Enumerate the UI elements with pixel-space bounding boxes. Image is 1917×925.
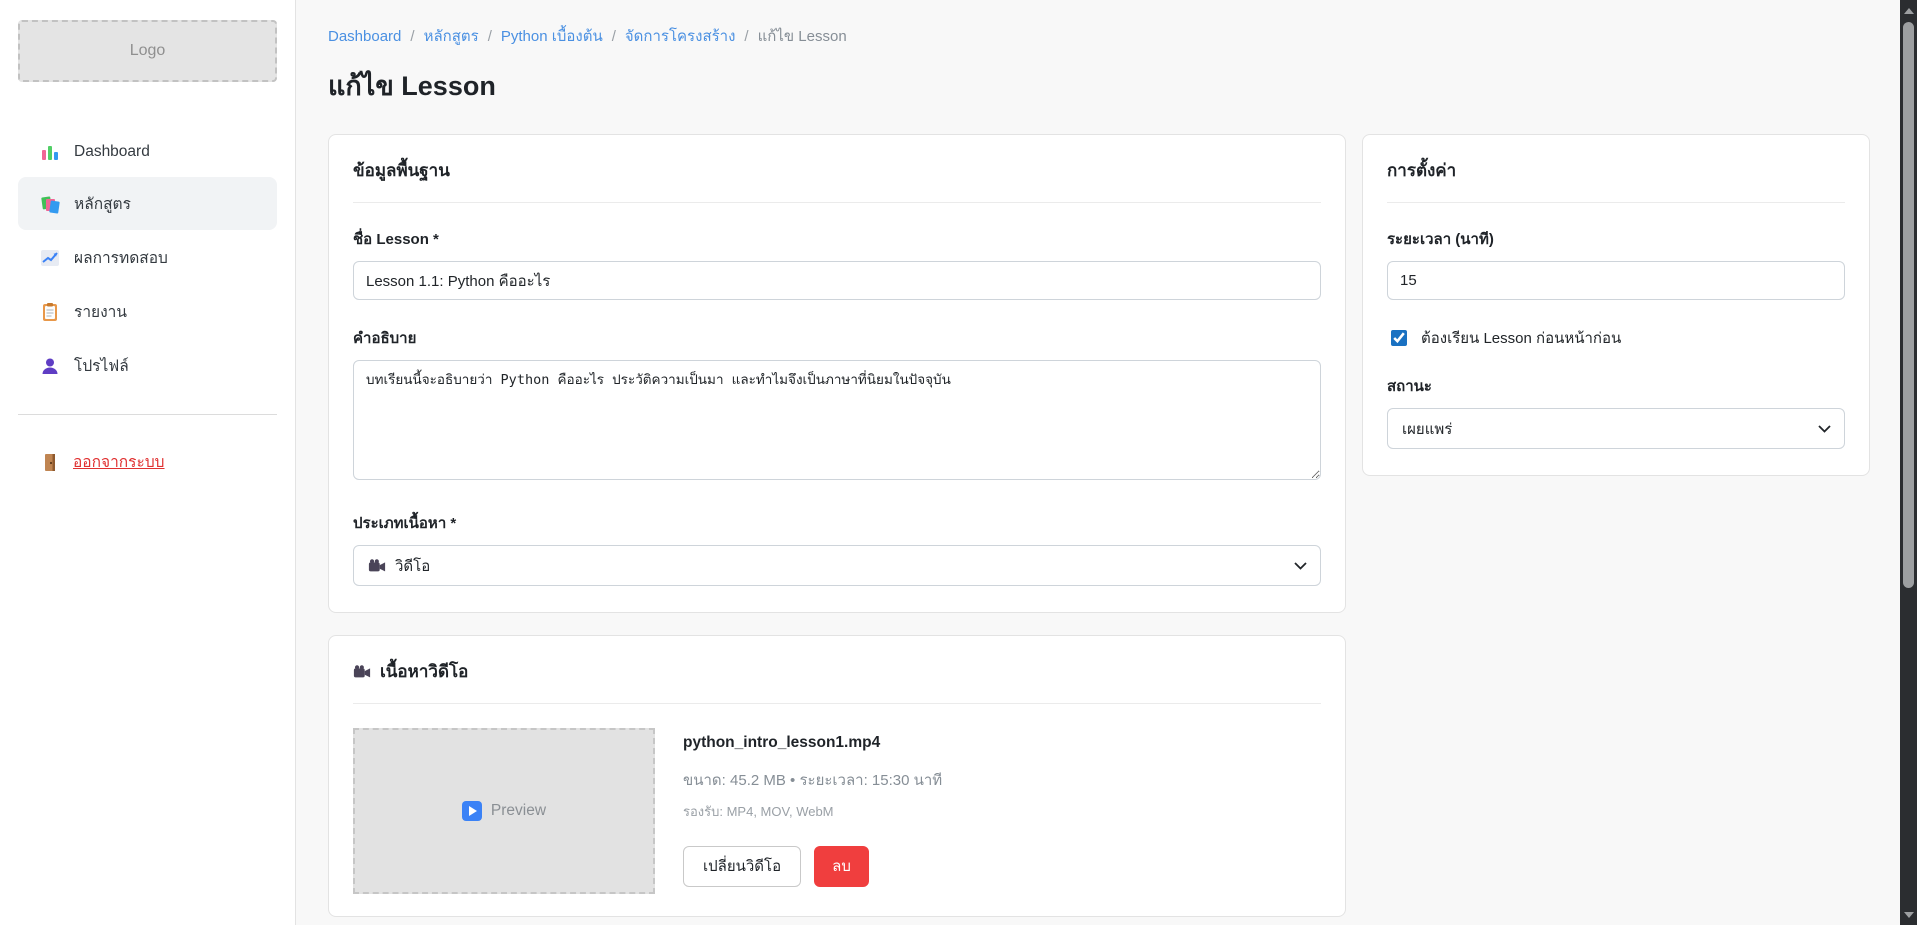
scroll-down-arrow-icon[interactable]: [1900, 906, 1917, 923]
sidebar-item-courses[interactable]: หลักสูตร: [18, 177, 277, 230]
sidebar-item-label: ผลการทดสอบ: [74, 245, 168, 270]
logout-label: ออกจากระบบ: [73, 449, 165, 474]
person-icon: [40, 356, 60, 376]
prerequisite-row: ต้องเรียน Lesson ก่อนหน้าก่อน: [1387, 326, 1845, 350]
prerequisite-checkbox[interactable]: [1391, 330, 1407, 346]
sidebar-item-label: โปรไฟล์: [74, 353, 129, 378]
breadcrumb-separator: /: [612, 28, 616, 45]
breadcrumb-link-courses[interactable]: หลักสูตร: [424, 24, 479, 48]
content-type-select[interactable]: วิดีโอ: [353, 545, 1321, 586]
description-field-group: คำอธิบาย บทเรียนนี้จะอธิบายว่า Python คื…: [353, 326, 1321, 485]
movie-camera-icon: [368, 558, 386, 574]
logout-button[interactable]: ออกจากระบบ: [18, 437, 277, 486]
door-icon: [40, 452, 60, 472]
play-icon: [462, 801, 482, 821]
video-buttons: เปลี่ยนวิดีโอ ลบ: [683, 846, 942, 887]
logo-text: Logo: [130, 42, 166, 60]
scroll-up-arrow-icon[interactable]: [1900, 2, 1917, 19]
status-field-group: สถานะ เผยแพร่: [1387, 374, 1845, 449]
preview-label: Preview: [491, 802, 546, 820]
video-filename: python_intro_lesson1.mp4: [683, 734, 942, 752]
breadcrumb: Dashboard / หลักสูตร / Python เบื้องต้น …: [328, 24, 1870, 48]
sidebar-nav: Dashboard หลักสูตร ผลการทดสอบ: [18, 128, 277, 392]
movie-camera-icon: [353, 664, 371, 680]
duration-label: ระยะเวลา (นาที): [1387, 227, 1845, 251]
sidebar-divider: [18, 414, 277, 415]
video-content-card: เนื้อหาวิดีโอ Preview python_intro_lesso…: [328, 635, 1346, 917]
prerequisite-label: ต้องเรียน Lesson ก่อนหน้าก่อน: [1421, 326, 1621, 350]
sidebar-item-label: หลักสูตร: [74, 191, 131, 216]
sidebar-item-profile[interactable]: โปรไฟล์: [18, 339, 277, 392]
bar-chart-icon: [40, 142, 60, 162]
content-type-field-group: ประเภทเนื้อหา * วิดีโอ: [353, 511, 1321, 586]
settings-card: การตั้งค่า ระยะเวลา (นาที) ต้องเรียน Les…: [1362, 134, 1870, 476]
sidebar-item-dashboard[interactable]: Dashboard: [18, 128, 277, 176]
vertical-scrollbar: [1900, 0, 1917, 925]
content-type-label: ประเภทเนื้อหา *: [353, 511, 1321, 535]
video-supported-formats: รองรับ: MP4, MOV, WebM: [683, 801, 942, 822]
breadcrumb-link-course[interactable]: Python เบื้องต้น: [501, 24, 603, 48]
logo-placeholder: Logo: [18, 20, 277, 82]
breadcrumb-separator: /: [744, 28, 748, 45]
status-select[interactable]: เผยแพร่: [1387, 408, 1845, 449]
video-body: Preview python_intro_lesson1.mp4 ขนาด: 4…: [353, 728, 1321, 894]
breadcrumb-separator: /: [488, 28, 492, 45]
sidebar-item-test-results[interactable]: ผลการทดสอบ: [18, 231, 277, 284]
basic-info-title: ข้อมูลพื้นฐาน: [353, 157, 1321, 203]
main-content: Dashboard / หลักสูตร / Python เบื้องต้น …: [296, 0, 1900, 925]
video-card-title-text: เนื้อหาวิดีโอ: [380, 658, 468, 685]
breadcrumb-link-structure[interactable]: จัดการโครงสร้าง: [625, 24, 736, 48]
breadcrumb-separator: /: [410, 28, 414, 45]
left-column: ข้อมูลพื้นฐาน ชื่อ Lesson * คำอธิบาย บทเ…: [328, 134, 1346, 917]
sidebar: Logo Dashboard หลักสูตร ผลก: [0, 0, 296, 925]
status-label: สถานะ: [1387, 374, 1845, 398]
content-columns: ข้อมูลพื้นฐาน ชื่อ Lesson * คำอธิบาย บทเ…: [328, 134, 1870, 917]
books-icon: [40, 194, 60, 214]
breadcrumb-current: แก้ไข Lesson: [758, 24, 847, 48]
video-card-title: เนื้อหาวิดีโอ: [353, 658, 1321, 704]
duration-field-group: ระยะเวลา (นาที): [1387, 227, 1845, 300]
description-textarea[interactable]: บทเรียนนี้จะอธิบายว่า Python คืออะไร ประ…: [353, 360, 1321, 480]
duration-input[interactable]: [1387, 261, 1845, 300]
clipboard-icon: [40, 302, 60, 322]
lesson-name-input[interactable]: [353, 261, 1321, 300]
video-details: python_intro_lesson1.mp4 ขนาด: 45.2 MB •…: [683, 728, 942, 894]
sidebar-item-label: รายงาน: [74, 299, 127, 324]
chart-increasing-icon: [40, 248, 60, 268]
delete-video-button[interactable]: ลบ: [814, 846, 869, 887]
status-value: เผยแพร่: [1402, 417, 1452, 441]
settings-title: การตั้งค่า: [1387, 157, 1845, 203]
sidebar-item-label: Dashboard: [74, 143, 150, 161]
description-label: คำอธิบาย: [353, 326, 1321, 350]
video-meta: ขนาด: 45.2 MB • ระยะเวลา: 15:30 นาที: [683, 768, 942, 792]
change-video-button[interactable]: เปลี่ยนวิดีโอ: [683, 846, 801, 887]
content-type-value: วิดีโอ: [395, 554, 430, 578]
page-title: แก้ไข Lesson: [328, 64, 1870, 107]
breadcrumb-link-dashboard[interactable]: Dashboard: [328, 28, 401, 45]
sidebar-item-reports[interactable]: รายงาน: [18, 285, 277, 338]
video-preview-box[interactable]: Preview: [353, 728, 655, 894]
lesson-name-label: ชื่อ Lesson *: [353, 227, 1321, 251]
basic-info-card: ข้อมูลพื้นฐาน ชื่อ Lesson * คำอธิบาย บทเ…: [328, 134, 1346, 613]
scrollbar-thumb[interactable]: [1903, 22, 1914, 588]
lesson-name-field-group: ชื่อ Lesson *: [353, 227, 1321, 300]
right-column: การตั้งค่า ระยะเวลา (นาที) ต้องเรียน Les…: [1362, 134, 1870, 476]
chevron-down-icon: [1818, 425, 1831, 433]
chevron-down-icon: [1294, 562, 1307, 570]
